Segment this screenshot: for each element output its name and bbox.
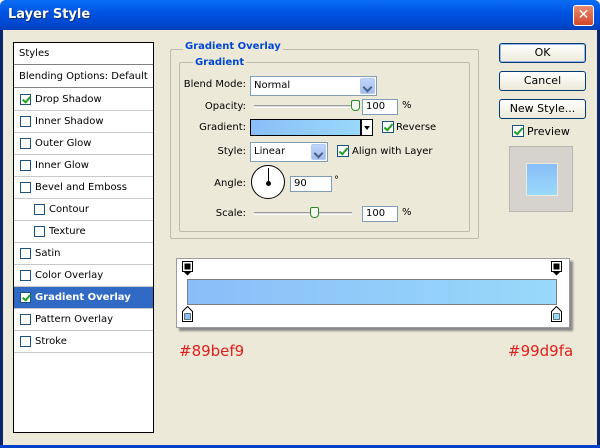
angle-center	[266, 181, 271, 186]
align-with-layer-checkbox[interactable]	[337, 145, 349, 157]
close-icon: ✕	[577, 7, 590, 23]
gradient-overlay-title: Gradient Overlay	[183, 41, 283, 52]
style-item-label: Pattern Overlay	[35, 314, 114, 325]
angle-label: Angle:	[214, 178, 246, 189]
style-item-label: Gradient Overlay	[35, 292, 131, 303]
ok-button[interactable]: OK	[499, 43, 586, 63]
blend-mode-value: Normal	[254, 80, 291, 91]
color-stop-right-icon[interactable]	[551, 306, 562, 322]
style-item-checkbox[interactable]	[20, 116, 31, 127]
style-item-checkbox[interactable]	[20, 336, 31, 347]
opacity-stop-left-icon[interactable]	[182, 261, 193, 276]
preview-swatch	[526, 163, 558, 196]
triangle-down-icon	[364, 126, 370, 130]
scale-input[interactable]: 100	[362, 206, 398, 222]
angle-degree: °	[334, 175, 339, 186]
gradient-group-title: Gradient	[193, 57, 247, 68]
close-button[interactable]: ✕	[573, 5, 594, 26]
styles-header[interactable]: Styles	[14, 43, 153, 65]
styles-list: Styles Blending Options: Default Drop Sh…	[13, 42, 154, 433]
style-item-label: Drop Shadow	[35, 94, 102, 105]
style-item-contour[interactable]: Contour	[14, 199, 153, 221]
style-item-label: Color Overlay	[35, 270, 104, 281]
style-item-label: Satin	[35, 248, 61, 259]
opacity-slider-thumb[interactable]	[351, 100, 360, 111]
gradient-label: Gradient:	[199, 122, 246, 133]
blending-options-label: Blending Options: Default	[19, 71, 148, 82]
style-item-texture[interactable]: Texture	[14, 221, 153, 243]
opacity-label: Opacity:	[204, 101, 246, 112]
preview-checkbox[interactable]	[512, 125, 524, 137]
angle-value: 90	[294, 178, 307, 189]
chevron-down-icon	[311, 144, 326, 160]
style-label: Style:	[217, 146, 247, 157]
style-item-stroke[interactable]: Stroke	[14, 331, 153, 353]
style-item-checkbox[interactable]	[20, 182, 31, 193]
align-with-layer-label: Align with Layer	[352, 146, 433, 157]
style-item-bevel-and-emboss[interactable]: Bevel and Emboss	[14, 177, 153, 199]
scale-slider-thumb[interactable]	[310, 207, 320, 218]
blending-options[interactable]: Blending Options: Default	[14, 66, 153, 88]
cancel-button[interactable]: Cancel	[499, 71, 586, 91]
style-item-label: Contour	[49, 204, 89, 215]
angle-dial[interactable]	[251, 165, 285, 199]
style-item-inner-shadow[interactable]: Inner Shadow	[14, 111, 153, 133]
style-item-label: Outer Glow	[35, 138, 92, 149]
style-item-outer-glow[interactable]: Outer Glow	[14, 133, 153, 155]
opacity-percent: %	[402, 100, 412, 111]
scale-value: 100	[366, 208, 386, 219]
new-style-button[interactable]: New Style...	[499, 99, 586, 119]
window-title: Layer Style	[8, 7, 91, 22]
preview-label: Preview	[527, 125, 570, 138]
style-item-checkbox[interactable]	[34, 204, 45, 215]
scale-percent: %	[402, 207, 412, 218]
style-item-checkbox[interactable]	[20, 292, 31, 303]
style-item-checkbox[interactable]	[20, 270, 31, 281]
opacity-value: 100	[366, 101, 386, 112]
style-item-label: Inner Glow	[35, 160, 89, 171]
style-item-checkbox[interactable]	[20, 160, 31, 171]
preview-thumbnail	[509, 146, 573, 212]
reverse-checkbox[interactable]	[382, 121, 394, 133]
opacity-stop-right-icon[interactable]	[551, 261, 562, 276]
style-item-checkbox[interactable]	[20, 248, 31, 259]
style-value: Linear	[254, 146, 286, 157]
chevron-down-icon	[360, 78, 375, 94]
style-item-checkbox[interactable]	[20, 94, 31, 105]
blend-mode-label: Blend Mode:	[183, 79, 246, 90]
left-color-hex: #89bef9	[179, 342, 245, 360]
style-item-pattern-overlay[interactable]: Pattern Overlay	[14, 309, 153, 331]
blend-mode-select[interactable]: Normal	[250, 76, 377, 96]
gradient-picker-button[interactable]	[361, 119, 373, 136]
gradient-bar[interactable]	[187, 279, 557, 305]
style-select[interactable]: Linear	[250, 142, 328, 162]
color-stop-left-icon[interactable]	[182, 306, 193, 322]
style-item-checkbox[interactable]	[20, 138, 31, 149]
style-item-color-overlay[interactable]: Color Overlay	[14, 265, 153, 287]
scale-label: Scale:	[215, 208, 246, 219]
style-item-drop-shadow[interactable]: Drop Shadow	[14, 89, 153, 111]
gradient-swatch[interactable]	[250, 119, 361, 136]
style-item-checkbox[interactable]	[34, 226, 45, 237]
style-item-inner-glow[interactable]: Inner Glow	[14, 155, 153, 177]
opacity-slider[interactable]	[254, 105, 356, 108]
reverse-label: Reverse	[396, 122, 437, 133]
styles-header-label: Styles	[19, 48, 50, 59]
scale-slider[interactable]	[254, 212, 352, 215]
style-item-gradient-overlay[interactable]: Gradient Overlay	[14, 287, 153, 309]
style-item-checkbox[interactable]	[20, 314, 31, 325]
right-color-hex: #99d9fa	[508, 342, 574, 360]
style-item-label: Bevel and Emboss	[35, 182, 127, 193]
title-bar[interactable]: Layer Style ✕	[0, 0, 600, 30]
opacity-input[interactable]: 100	[362, 99, 398, 115]
style-item-satin[interactable]: Satin	[14, 243, 153, 265]
style-item-label: Stroke	[35, 336, 67, 347]
style-item-label: Texture	[49, 226, 86, 237]
style-item-label: Inner Shadow	[35, 116, 104, 127]
angle-input[interactable]: 90	[290, 176, 332, 192]
